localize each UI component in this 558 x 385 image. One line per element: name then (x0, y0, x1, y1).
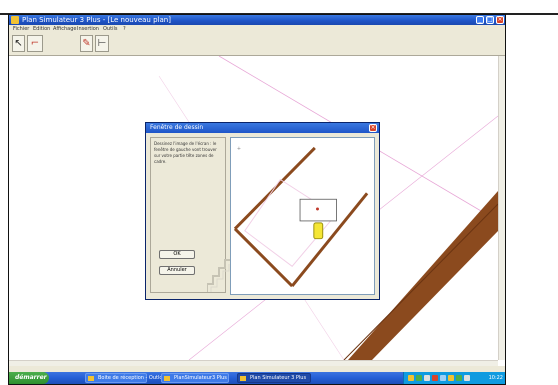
tray-icon[interactable] (432, 375, 438, 381)
tray-icon[interactable] (416, 375, 422, 381)
app-icon (240, 376, 246, 381)
pen-tool-button[interactable]: ✎ (80, 35, 93, 52)
dialog-titlebar[interactable]: Fenêtre de dessin × (146, 123, 379, 133)
vertical-scrollbar[interactable] (498, 56, 505, 360)
wall-icon: ⌐ (30, 38, 40, 49)
wall-tool-button[interactable]: ⌐ (27, 35, 43, 52)
toolbar: ↖ ⌐ ✎ ⊢ (9, 33, 505, 56)
menu-item-view[interactable]: Affichage (53, 25, 77, 33)
ruler-icon: ⊢ (97, 38, 107, 49)
select-tool-button[interactable]: ↖ (12, 35, 25, 52)
tray-icon[interactable] (408, 375, 414, 381)
menu-item-file[interactable]: Fichier (13, 25, 29, 33)
start-button[interactable]: démarrer (9, 372, 49, 384)
svg-text:●: ● (316, 206, 320, 211)
menu-item-help[interactable]: ? (123, 25, 126, 33)
taskbar-item-label: Boite de réception - Outlook (98, 375, 169, 381)
menu-bar: Fichier Edition Affichage Insertion Outi… (9, 25, 505, 33)
dialog-description: Dessinez l'image de l'écran : le fenêtre… (154, 141, 217, 164)
drawing-dialog: Fenêtre de dessin × Dessinez l'image de … (145, 122, 380, 300)
minimize-button[interactable]: _ (476, 16, 484, 24)
tray-icon[interactable] (424, 375, 430, 381)
dialog-preview-canvas[interactable]: + ● (230, 137, 375, 295)
tray-icon[interactable] (448, 375, 454, 381)
pen-icon: ✎ (82, 38, 91, 49)
cursor-marker[interactable] (313, 222, 324, 240)
menu-item-tools[interactable]: Outils (103, 25, 117, 33)
menu-item-edit[interactable]: Edition (33, 25, 50, 33)
dialog-instructions-panel: Dessinez l'image de l'écran : le fenêtre… (150, 137, 233, 293)
pointer-icon: ↖ (14, 38, 23, 49)
taskbar-item-plansim-active[interactable]: Plan Simulateur 3 Plus (237, 373, 311, 383)
dialog-title: Fenêtre de dessin (150, 124, 204, 131)
dialog-close-button[interactable]: × (369, 124, 377, 132)
wall-segment[interactable] (233, 227, 294, 288)
taskbar-item-label: PlanSimulateur3 Plus (174, 375, 227, 381)
start-label: démarrer (15, 374, 47, 381)
outlook-icon (88, 376, 94, 381)
app-icon (11, 16, 19, 24)
svg-text:+: + (237, 146, 241, 152)
menu-item-insert[interactable]: Insertion (77, 25, 99, 33)
taskbar: démarrer Boite de réception - Outlook Pl… (9, 372, 505, 384)
clock: 10:22 (488, 375, 503, 381)
application-window: Plan Simulateur 3 Plus - [Le nouveau pla… (8, 14, 506, 385)
tray-icon[interactable] (464, 375, 470, 381)
taskbar-item-plansim[interactable]: PlanSimulateur3 Plus (161, 373, 229, 383)
taskbar-item-label: Plan Simulateur 3 Plus (250, 375, 307, 381)
maximize-button[interactable]: □ (486, 16, 494, 24)
window-titlebar[interactable]: Plan Simulateur 3 Plus - [Le nouveau pla… (9, 15, 505, 25)
page-top-margin (0, 0, 558, 14)
tray-icon[interactable] (440, 375, 446, 381)
window-title: Plan Simulateur 3 Plus - [Le nouveau pla… (22, 16, 171, 24)
system-tray: 10:22 (403, 372, 505, 384)
cancel-button[interactable]: Annuler (159, 266, 195, 275)
measure-tool-button[interactable]: ⊢ (95, 35, 109, 52)
app-icon (164, 376, 170, 381)
taskbar-item-outlook[interactable]: Boite de réception - Outlook (85, 373, 168, 383)
tray-icon[interactable] (456, 375, 462, 381)
close-button[interactable]: × (496, 16, 504, 24)
ok-button[interactable]: OK (159, 250, 195, 259)
